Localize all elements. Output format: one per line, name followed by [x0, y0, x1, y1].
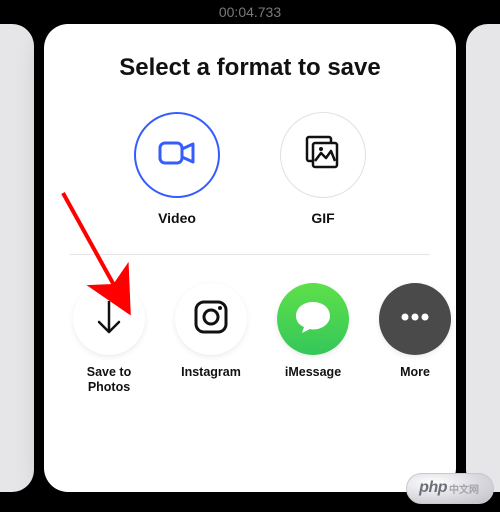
prev-thumbnail-edge — [0, 24, 34, 492]
gif-icon-circle — [280, 112, 366, 198]
share-more[interactable]: More — [376, 283, 454, 395]
video-icon-circle — [134, 112, 220, 198]
format-option-gif[interactable]: GIF — [280, 112, 366, 226]
instagram-circle — [175, 283, 247, 355]
save-to-photos-circle — [73, 283, 145, 355]
format-options-row: Video GIF — [44, 112, 456, 254]
share-options-row: Save to Photos Instagram — [44, 255, 456, 395]
video-camera-icon — [153, 129, 201, 182]
instagram-icon — [191, 297, 231, 342]
share-label-more: More — [400, 365, 430, 380]
ellipsis-icon — [397, 310, 433, 328]
more-circle — [379, 283, 451, 355]
content-strip: Select a format to save Video — [0, 24, 500, 492]
next-thumbnail-edge — [466, 24, 500, 492]
chat-bubble-icon — [292, 297, 334, 342]
share-label-instagram: Instagram — [181, 365, 241, 380]
download-arrow-icon — [92, 297, 126, 342]
share-instagram[interactable]: Instagram — [172, 283, 250, 395]
save-format-modal: Select a format to save Video — [44, 24, 456, 492]
modal-title: Select a format to save — [44, 54, 456, 82]
share-imessage[interactable]: iMessage — [274, 283, 352, 395]
format-label-gif: GIF — [311, 210, 334, 226]
timecode: 00:04.733 — [219, 4, 281, 20]
format-label-video: Video — [158, 210, 196, 226]
format-option-video[interactable]: Video — [134, 112, 220, 226]
imessage-circle — [277, 283, 349, 355]
share-save-to-photos[interactable]: Save to Photos — [70, 283, 148, 395]
gif-image-icon — [301, 131, 345, 180]
share-label-imessage: iMessage — [285, 365, 341, 380]
share-label-save: Save to Photos — [87, 365, 131, 395]
